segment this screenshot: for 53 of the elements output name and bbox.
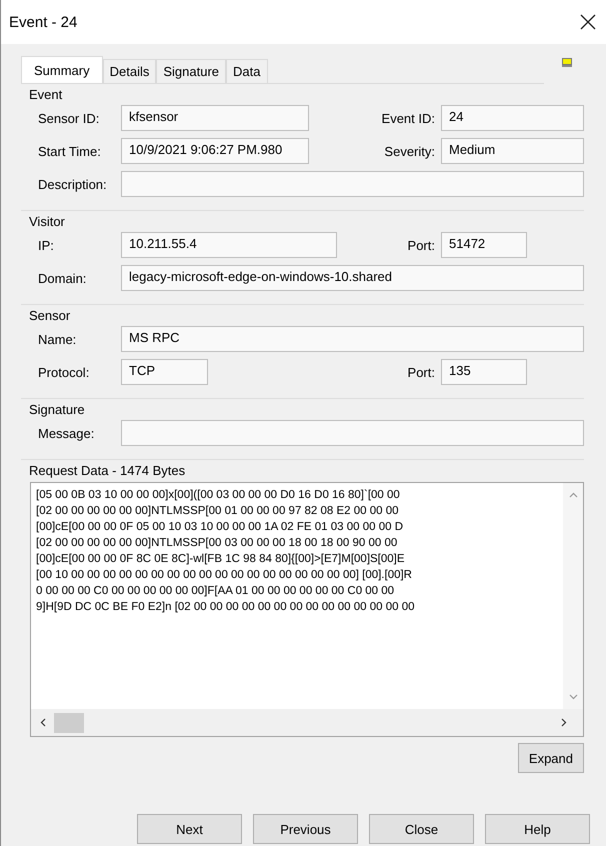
text-field[interactable]: 10.211.55.4: [121, 232, 337, 258]
group-title: Signature: [29, 402, 86, 417]
dialog-button[interactable]: Help: [485, 814, 590, 844]
data-line: [02 00 00 00 00 00 00]NTLMSSP[00 01 00 00 00 97 82 08 E2 00 00 00: [36, 504, 400, 519]
field-label: Name:: [37, 332, 78, 346]
scroll-thumb[interactable]: [54, 712, 84, 732]
vertical-scrollbar[interactable]: [563, 483, 583, 709]
data-line: 0 00 00 00 C0 00 00 00 00 00 00]F[AA 01 00 00 00 00 00 00 C0 00 00: [36, 584, 396, 599]
text-field[interactable]: MS RPC: [121, 326, 584, 352]
window-title: Event - 24: [9, 14, 78, 30]
field-label: Event ID:: [382, 110, 435, 126]
data-line: 9]H[9D DC 0C BE F0 E2]n [02 00 00 00 00 00 00 00 00 00 00 00 00 00 00: [36, 600, 416, 615]
group-title: Visitor: [29, 214, 66, 229]
field-label: Port:: [408, 364, 435, 380]
data-line: [00]cE[00 00 00 0F 05 00 10 03 10 00 00 00 1A 02 FE 01 03 00 00 00 D: [36, 520, 404, 535]
expand-button[interactable]: Expand: [518, 743, 584, 773]
tab[interactable]: Data: [226, 59, 268, 83]
field-label: Description:: [37, 176, 108, 192]
text-field[interactable]: kfsensor: [121, 105, 309, 131]
tab[interactable]: Details: [102, 59, 156, 83]
field-label: Port:: [408, 238, 435, 252]
field-label: Start Time:: [37, 144, 102, 158]
indicator-icon: [562, 58, 572, 67]
horizontal-scrollbar[interactable]: [31, 709, 583, 736]
group-title: Sensor: [29, 308, 72, 323]
field-label: IP:: [37, 238, 55, 252]
group-title: Request Data - 1474 Bytes: [29, 463, 186, 478]
text-field[interactable]: [121, 171, 584, 197]
data-line: [00]cE[00 00 00 0F 8C 0E 8C]-wl[FB 1C 98 84 80]{[00]>[E7]M[00]S[00]E: [36, 552, 406, 567]
text-field[interactable]: [121, 420, 584, 446]
text-field[interactable]: TCP: [121, 359, 208, 385]
text-field[interactable]: 10/9/2021 9:06:27 PM.980: [121, 138, 309, 164]
tab[interactable]: Summary: [21, 56, 103, 83]
group-title: Event: [29, 87, 64, 102]
text-field[interactable]: 135: [441, 359, 527, 385]
text-field[interactable]: 24: [441, 105, 584, 131]
tab[interactable]: Signature: [156, 59, 226, 83]
request-data-area[interactable]: [30, 482, 584, 737]
dialog-button[interactable]: Next: [137, 814, 242, 844]
field-label: Message:: [37, 426, 96, 440]
text-field[interactable]: legacy-microsoft-edge-on-windows-10.shared: [121, 265, 584, 291]
dialog-button[interactable]: Previous: [253, 814, 358, 844]
dialog-button[interactable]: Close: [369, 814, 474, 844]
close-icon[interactable]: [580, 14, 596, 30]
field-label: Protocol:: [37, 364, 90, 380]
data-line: [02 00 00 00 00 00 00]NTLMSSP[00 03 00 00 00 18 00 18 00 90 00 00: [36, 536, 398, 551]
text-field[interactable]: 51472: [441, 232, 527, 258]
text-field[interactable]: Medium: [441, 138, 584, 164]
data-line: [00 10 00 00 00 00 00 00 00 00 00 00 00 00 00 00 00 00 00 00] [00].[00]R: [36, 568, 413, 583]
field-label: Severity:: [384, 144, 435, 158]
data-line: [05 00 0B 03 10 00 00 00]x[00]([00 03 00 00 00 D0 16 D0 16 80]`[00 00: [36, 488, 401, 503]
field-label: Sensor ID:: [37, 110, 100, 126]
field-label: Domain:: [37, 270, 88, 286]
